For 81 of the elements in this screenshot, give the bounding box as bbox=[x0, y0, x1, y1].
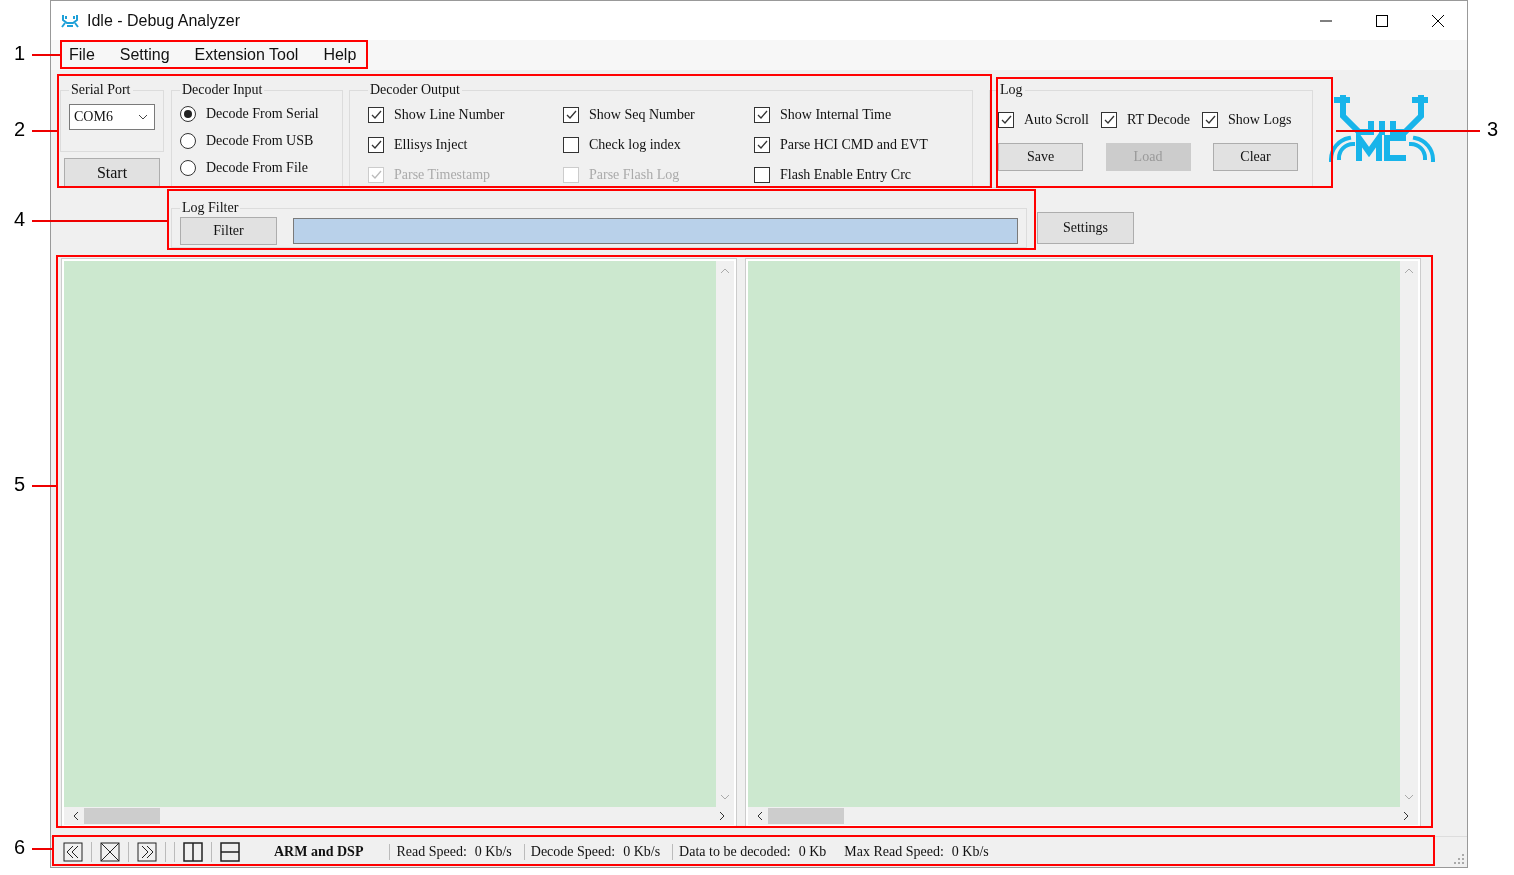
scroll-right-icon[interactable] bbox=[1402, 811, 1410, 821]
window-title: Idle - Debug Analyzer bbox=[87, 11, 240, 30]
checkbox[interactable] bbox=[998, 111, 1014, 128]
start-button[interactable]: Start bbox=[64, 158, 160, 188]
checkbox[interactable] bbox=[1202, 111, 1218, 128]
radio-button[interactable] bbox=[180, 159, 196, 176]
option-label: Flash Enable Entry Crc bbox=[780, 167, 912, 183]
horizontal-scrollbar[interactable] bbox=[64, 807, 734, 825]
option-label: Check log index bbox=[589, 137, 681, 153]
last-page-icon[interactable] bbox=[137, 842, 157, 862]
maximize-icon[interactable] bbox=[1375, 13, 1389, 28]
checkbox[interactable] bbox=[368, 107, 384, 123]
callout-number: 1 bbox=[14, 42, 26, 65]
menu-item[interactable]: Extension Tool bbox=[186, 46, 307, 64]
status-value: 0 Kb bbox=[798, 844, 827, 860]
callout-number: 2 bbox=[14, 118, 26, 141]
app-logo-icon bbox=[61, 13, 79, 28]
checkbox[interactable] bbox=[368, 137, 384, 153]
option-label: Show Internal Time bbox=[780, 107, 892, 123]
callout-number: 5 bbox=[14, 473, 26, 496]
callout-number: 3 bbox=[1487, 118, 1499, 141]
filter-button[interactable]: Filter bbox=[180, 216, 277, 245]
menu-item[interactable]: Setting bbox=[111, 46, 178, 64]
group-label: Log Filter bbox=[181, 200, 240, 216]
filter-input[interactable] bbox=[293, 217, 1018, 244]
status-value: 0 Kb/s bbox=[623, 844, 661, 860]
resize-grip-icon[interactable] bbox=[1453, 853, 1465, 865]
leader-line bbox=[32, 848, 52, 850]
group-label: Log bbox=[999, 82, 1024, 98]
menu-item[interactable]: Help bbox=[315, 46, 365, 64]
option-label: Decode From USB bbox=[206, 132, 314, 149]
option-label: Show Line Number bbox=[394, 107, 505, 123]
split-horizontal-icon[interactable] bbox=[220, 842, 240, 862]
checkbox[interactable] bbox=[1100, 111, 1117, 128]
radio-button[interactable] bbox=[180, 105, 196, 122]
callout-number: 4 bbox=[14, 208, 26, 231]
option-label: Parse HCI CMD and EVT bbox=[780, 137, 928, 153]
status-label: Decode Speed: bbox=[523, 844, 616, 860]
status-label: Max Read Speed: bbox=[843, 844, 944, 860]
chevron-down-icon bbox=[138, 114, 148, 120]
status-label: Read Speed: bbox=[389, 844, 467, 860]
port-dropdown[interactable]: COM6 bbox=[69, 104, 155, 130]
option-label: Parse Timestamp bbox=[394, 167, 491, 183]
mode-label: ARM and DSP bbox=[274, 844, 364, 860]
leader-line bbox=[32, 54, 60, 56]
group-label: Decoder Output bbox=[369, 82, 461, 98]
callout-number: 6 bbox=[14, 836, 26, 859]
checkbox[interactable] bbox=[754, 167, 770, 183]
log-button[interactable]: Clear bbox=[1213, 143, 1298, 171]
option-label: Parse Flash Log bbox=[589, 167, 680, 183]
leader-line bbox=[32, 130, 57, 132]
option-label: Auto Scroll bbox=[1024, 111, 1089, 128]
checkbox[interactable] bbox=[563, 137, 579, 153]
settings-button[interactable]: Settings bbox=[1037, 212, 1134, 244]
option-label: RT Decode bbox=[1126, 111, 1190, 128]
checkbox[interactable] bbox=[754, 137, 770, 153]
option-label: Decode From File bbox=[206, 159, 308, 176]
split-vertical-icon[interactable] bbox=[183, 842, 203, 862]
checkbox[interactable] bbox=[754, 107, 770, 123]
scrollbar-thumb[interactable] bbox=[84, 808, 160, 824]
menu-item[interactable]: File bbox=[61, 46, 103, 64]
scrollbar-thumb[interactable] bbox=[768, 808, 844, 824]
status-value: 0 Kb/s bbox=[474, 844, 512, 860]
checkbox[interactable] bbox=[563, 107, 579, 123]
status-value: 0 Kb/s bbox=[951, 844, 989, 860]
status-label: Data to be decoded: bbox=[672, 844, 791, 860]
group-label: Serial Port bbox=[70, 82, 132, 98]
option-label: Ellisys Inject bbox=[394, 137, 468, 153]
close-icon[interactable] bbox=[1431, 13, 1445, 28]
scroll-left-icon[interactable] bbox=[72, 811, 80, 821]
option-label: Show Seq Number bbox=[589, 107, 695, 123]
option-label: Decode From Serial bbox=[206, 105, 319, 122]
group-label: Decoder Input bbox=[181, 82, 264, 98]
first-page-icon[interactable] bbox=[63, 842, 83, 862]
scroll-right-icon[interactable] bbox=[718, 811, 726, 821]
horizontal-scrollbar[interactable] bbox=[748, 807, 1418, 825]
scroll-left-icon[interactable] bbox=[756, 811, 764, 821]
option-label: Show Logs bbox=[1228, 111, 1292, 128]
radio-button[interactable] bbox=[180, 132, 196, 149]
log-button[interactable]: Save bbox=[998, 143, 1083, 171]
leader-line bbox=[32, 485, 56, 487]
